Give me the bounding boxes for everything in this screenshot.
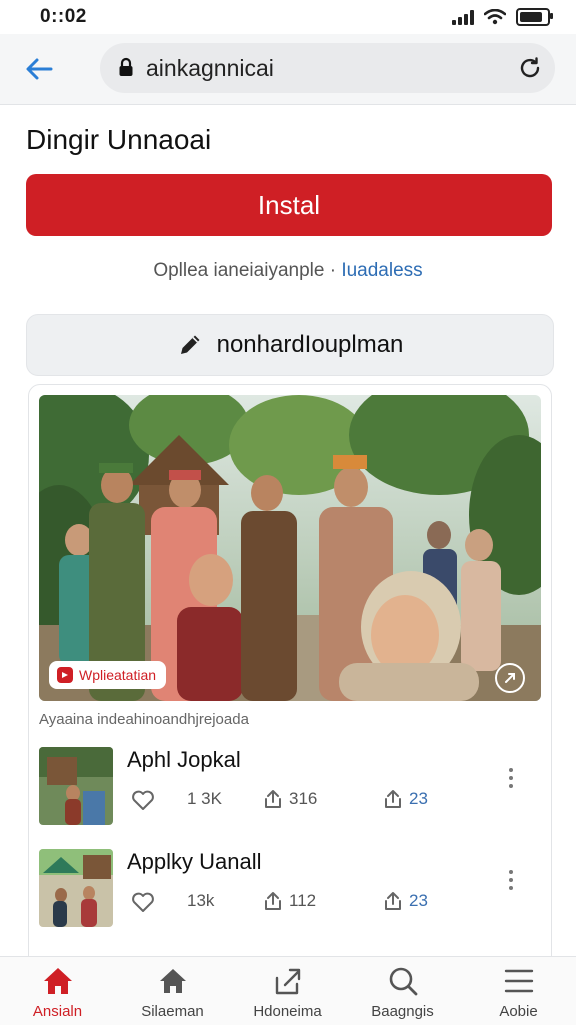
likes-count: 13k [187,891,214,911]
village-photo [39,395,541,701]
item-stats: 13k 112 23 [131,891,461,915]
edit-button[interactable]: nonhardIouplman [26,314,554,376]
info-text: Opllea ianeiaiyanple [153,260,325,281]
lock-icon [119,57,133,76]
nav-label: Baagngis [371,1003,434,1020]
arrow-left-icon [26,58,53,80]
feed-card: Wplieatatian Ayaaina indeahinoandhjrejoa… [28,384,552,986]
pencil-icon [180,335,200,354]
status-bar: 0::02 [0,0,576,34]
reload-icon [520,57,540,78]
expand-button[interactable] [495,663,525,693]
share-stat[interactable]: 112 [263,891,316,911]
heart-icon [132,790,154,810]
nav-item-home-outline[interactable]: Silaeman [115,957,230,1025]
search-icon [389,967,417,996]
share-icon [265,892,281,910]
page-title: Dingir Unnaoai [26,124,212,155]
list-item[interactable]: Aphl Jopkal 1 3K 316 23 [39,747,541,827]
install-button[interactable]: Instal [26,174,552,236]
save-stat[interactable]: 23 [383,891,428,911]
like-stat[interactable] [131,789,155,811]
nav-item-home[interactable]: Ansialn [0,957,115,1025]
info-link[interactable]: Iuadaless [341,260,422,281]
url-text: ainkagnnicai [146,55,274,81]
hero-badge[interactable]: Wplieatatian [49,661,167,689]
share-stat[interactable]: 316 [263,789,317,809]
like-stat[interactable] [131,891,155,913]
nav-item-search[interactable]: Baagngis [345,957,460,1025]
info-line: Opllea ianeiaiyanple · Iuadaless [0,260,576,282]
address-bar[interactable]: ainkagnnicai [100,43,555,93]
status-icons [452,8,553,26]
shares-text: 112 [289,891,317,910]
share-icon [275,968,300,995]
saves-text: 23 [409,891,428,910]
upload-icon [385,790,401,808]
play-badge-icon [57,667,73,683]
expand-icon [505,673,515,683]
browser-toolbar: ainkagnnicai [0,34,576,105]
heart-icon [132,892,154,912]
save-stat[interactable]: 23 [383,789,428,809]
nav-item-share[interactable]: Hdoneima [230,957,345,1025]
item-title[interactable]: Applky Uanall [127,849,262,875]
home-icon [43,968,72,994]
wifi-icon [484,9,506,25]
signal-icon [452,9,474,25]
item-stats: 1 3K 316 23 [131,789,461,813]
more-options-button[interactable] [501,763,521,793]
saves-text: 23 [409,789,428,808]
nav-item-menu[interactable]: Aobie [461,957,576,1025]
more-options-button[interactable] [501,865,521,895]
hero-badge-label: Wplieatatian [79,667,157,683]
menu-icon [504,969,533,993]
info-separator: · [324,260,342,281]
likes-count: 1 3K [187,789,222,809]
feed-caption: Ayaaina indeahinoandhjrejoada [39,711,249,728]
status-time: 0::02 [40,6,87,27]
item-thumbnail [39,747,113,825]
battery-icon [516,8,553,26]
bottom-nav: Ansialn Silaeman Hdoneima Baagngis Aobie [0,956,576,1025]
nav-label: Ansialn [32,1003,83,1020]
shares-text: 316 [289,789,318,808]
nav-label: Hdoneima [253,1003,322,1020]
reload-button[interactable] [515,53,545,83]
list-item[interactable]: Applky Uanall 13k 112 23 [39,849,541,929]
action-label: nonhardIouplman [216,331,404,358]
item-title[interactable]: Aphl Jopkal [127,747,241,773]
item-thumbnail [39,849,113,927]
share-icon [265,790,281,808]
house-outline-icon [159,969,186,993]
likes-text: 1 3K [187,789,222,808]
nav-label: Silaeman [141,1003,204,1020]
back-button[interactable] [22,52,56,86]
likes-text: 13k [187,891,215,910]
hero-image[interactable]: Wplieatatian [39,395,541,701]
nav-label: Aobie [499,1003,538,1020]
upload-icon [385,892,401,910]
